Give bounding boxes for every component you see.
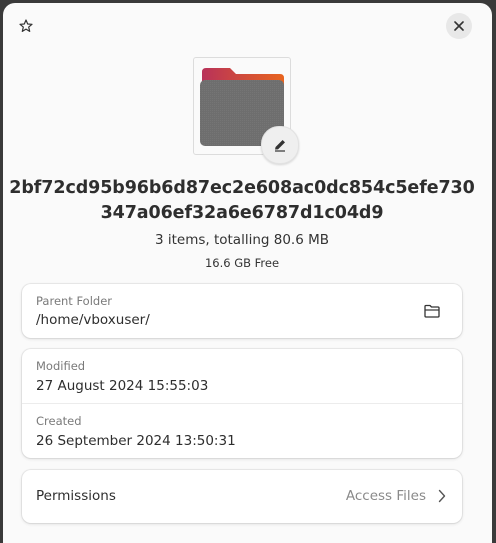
star-button[interactable] — [13, 13, 39, 39]
close-icon — [454, 21, 464, 31]
folder-summary: 3 items, totalling 80.6 MB — [154, 232, 330, 248]
edit-icon-button[interactable] — [261, 126, 299, 164]
permissions-value: Access Files — [345, 488, 426, 504]
modified-label: Modified — [36, 359, 86, 373]
close-button[interactable] — [446, 13, 472, 39]
folder-name: 2bf72cd95b96b6d87ec2e608ac0dc854c5efe730… — [3, 176, 481, 226]
folder-name-line-2: 347a06ef32a6e6787d1c04d9 — [100, 203, 384, 223]
modified-value: 27 August 2024 15:55:03 — [36, 378, 209, 394]
created-value: 26 September 2024 13:50:31 — [36, 433, 236, 449]
divider — [22, 403, 462, 404]
folder-name-line-1: 2bf72cd95b96b6d87ec2e608ac0dc854c5efe730 — [9, 178, 475, 198]
free-space: 16.6 GB Free — [204, 256, 280, 270]
parent-folder-card: Parent Folder /home/vboxuser/ — [22, 284, 462, 338]
permissions-row[interactable]: Permissions Access Files — [22, 470, 462, 523]
open-parent-folder-button[interactable] — [421, 301, 443, 321]
dates-card: Modified 27 August 2024 15:55:03 Created… — [22, 349, 462, 458]
star-icon — [19, 19, 33, 32]
parent-folder-path: /home/vboxuser/ — [36, 312, 150, 328]
parent-folder-label: Parent Folder — [36, 294, 113, 308]
properties-dialog: 2bf72cd95b96b6d87ec2e608ac0dc854c5efe730… — [3, 3, 492, 543]
chevron-right-icon — [438, 489, 446, 503]
folder-open-icon — [424, 304, 440, 318]
created-label: Created — [36, 414, 82, 428]
pencil-icon — [275, 140, 285, 152]
permissions-label: Permissions — [36, 488, 116, 504]
